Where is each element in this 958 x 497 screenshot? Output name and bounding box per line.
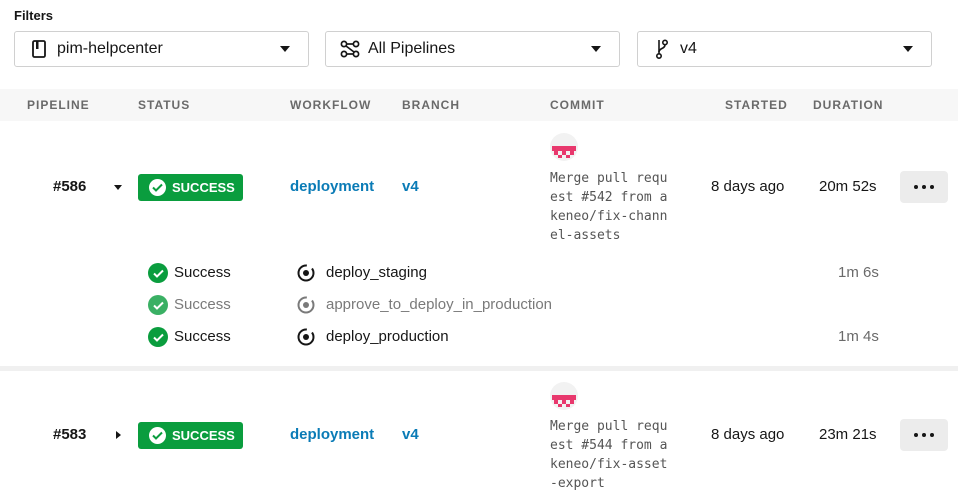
avatar (550, 382, 578, 410)
project-filter-value: pim-helpcenter (57, 40, 163, 57)
job-name[interactable]: deploy_production (326, 328, 449, 345)
more-actions-button[interactable] (900, 419, 948, 451)
job-status: Success (174, 264, 231, 281)
repo-icon (29, 39, 49, 59)
project-filter-select[interactable]: pim-helpcenter (14, 31, 309, 67)
branch-icon (652, 39, 672, 59)
more-icon (914, 185, 918, 189)
commit-message[interactable]: Merge pull requ est #544 from a keneo/fi… (550, 417, 690, 493)
workflow-link[interactable]: deployment (290, 178, 374, 195)
job-name[interactable]: approve_to_deploy_in_production (326, 296, 552, 313)
pipeline-number[interactable]: #583 (53, 426, 86, 443)
header-status: STATUS (138, 98, 191, 112)
table-row: #586 SUCCESS deployment v4 Merge pull re… (0, 121, 958, 366)
branch-link[interactable]: v4 (402, 426, 419, 443)
status-label: SUCCESS (172, 428, 235, 443)
branch-filter-value: v4 (680, 40, 697, 57)
header-workflow: WORKFLOW (290, 98, 372, 112)
pipeline-number[interactable]: #586 (53, 178, 86, 195)
approval-job-icon (296, 295, 316, 315)
chevron-down-icon (280, 46, 290, 52)
started-time: 8 days ago (711, 178, 785, 195)
job-row[interactable]: Success deploy_staging 1m 6s (0, 261, 958, 285)
header-duration: DURATION (813, 98, 884, 112)
pipelines-filter-select[interactable]: All Pipelines (325, 31, 620, 67)
branch-link[interactable]: v4 (402, 178, 419, 195)
check-icon (149, 427, 166, 444)
job-duration: 1m 6s (838, 264, 879, 281)
job-row[interactable]: Success deploy_production 1m 4s (0, 325, 958, 349)
success-check-icon (148, 295, 168, 315)
success-check-icon (148, 327, 168, 347)
chevron-down-icon (903, 46, 913, 52)
pipelines-icon (340, 39, 360, 59)
job-status: Success (174, 296, 231, 313)
expand-caret-icon[interactable] (116, 431, 121, 439)
status-badge: SUCCESS (138, 174, 243, 201)
commit-message[interactable]: Merge pull requ est #542 from a keneo/fi… (550, 169, 690, 245)
job-name[interactable]: deploy_staging (326, 264, 427, 281)
header-commit: COMMIT (550, 98, 605, 112)
avatar (550, 133, 578, 161)
duration-value: 20m 52s (819, 178, 877, 195)
filters-title: Filters (14, 8, 54, 23)
success-check-icon (148, 263, 168, 283)
job-row[interactable]: Success approve_to_deploy_in_production (0, 293, 958, 317)
table-header: PIPELINE STATUS WORKFLOW BRANCH COMMIT S… (0, 89, 958, 121)
branch-filter-select[interactable]: v4 (637, 31, 932, 67)
check-icon (149, 179, 166, 196)
more-actions-button[interactable] (900, 171, 948, 203)
header-branch: BRANCH (402, 98, 460, 112)
job-status: Success (174, 328, 231, 345)
more-icon (914, 433, 918, 437)
collapse-caret-icon[interactable] (114, 185, 122, 190)
header-pipeline: PIPELINE (27, 98, 90, 112)
job-duration: 1m 4s (838, 328, 879, 345)
status-label: SUCCESS (172, 180, 235, 195)
started-time: 8 days ago (711, 426, 785, 443)
job-icon (296, 327, 316, 347)
chevron-down-icon (591, 46, 601, 52)
job-icon (296, 263, 316, 283)
duration-value: 23m 21s (819, 426, 877, 443)
pipelines-filter-value: All Pipelines (368, 40, 456, 57)
table-row: #583 SUCCESS deployment v4 Merge pull re… (0, 371, 958, 497)
status-badge: SUCCESS (138, 422, 243, 449)
workflow-link[interactable]: deployment (290, 426, 374, 443)
header-started: STARTED (725, 98, 788, 112)
